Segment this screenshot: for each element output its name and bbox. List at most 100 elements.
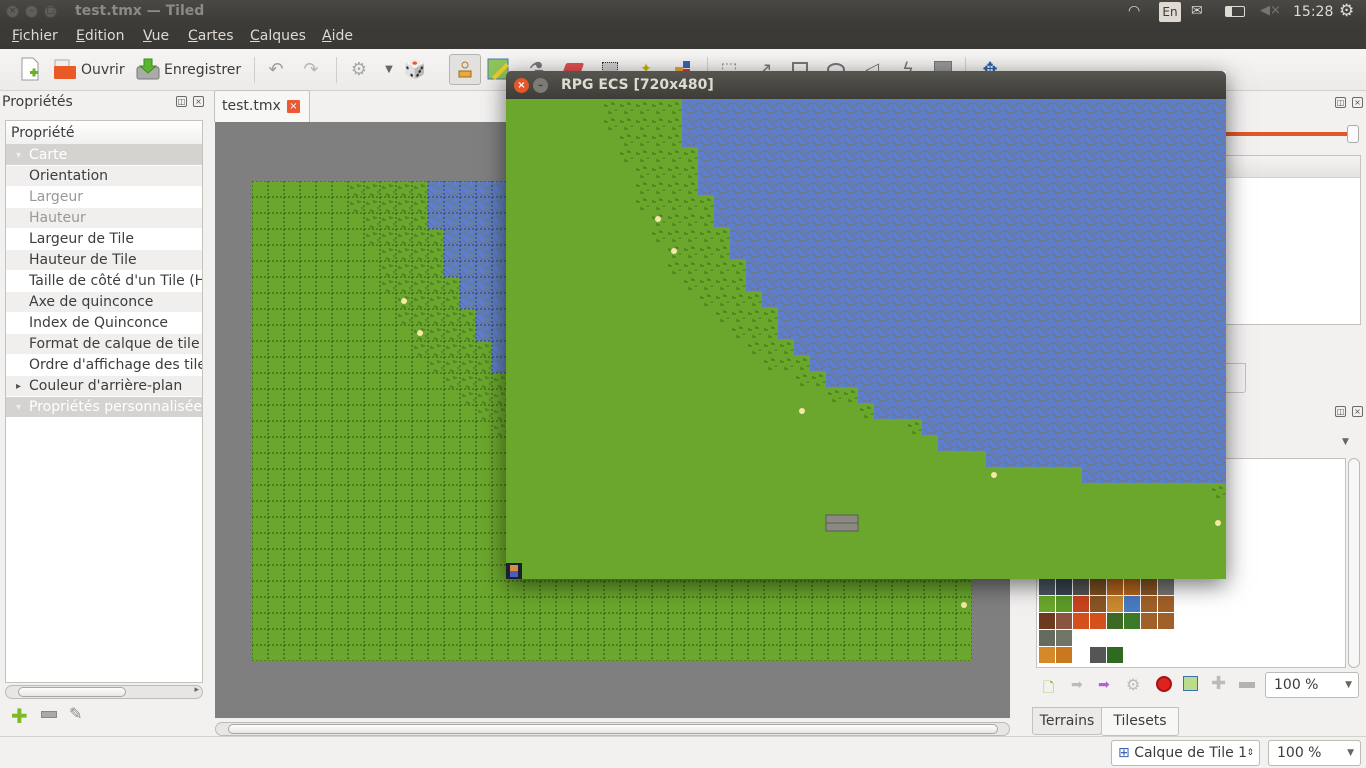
open-button[interactable]: Ouvrir xyxy=(81,62,125,78)
zoom-combo[interactable]: 100 % ▼ xyxy=(1268,740,1361,766)
tall-grass-tile xyxy=(746,339,794,355)
tall-grass-tile xyxy=(602,115,682,131)
column-header-property[interactable]: Propriété xyxy=(6,121,202,145)
float-dock-icon[interactable]: ◫ xyxy=(176,96,187,107)
minimize-window-button[interactable]: – xyxy=(25,5,38,18)
property-group-row[interactable]: ▾ Propriétés personnalisées xyxy=(6,397,202,418)
commands-icon[interactable]: ⚙ xyxy=(346,56,372,82)
property-label: Propriétés personnalisées xyxy=(29,399,202,415)
flower-tile xyxy=(991,472,997,478)
game-window[interactable]: × – RPG ECS [720x480] xyxy=(506,71,1226,579)
tileset-vscrollbar[interactable] xyxy=(1348,458,1360,668)
game-window-titlebar[interactable]: × – RPG ECS [720x480] xyxy=(506,71,1226,99)
tab-tilesets[interactable]: Tilesets xyxy=(1101,707,1179,736)
random-mode-icon[interactable]: 🎲 xyxy=(402,56,428,82)
property-row[interactable]: Format de calque de tile xyxy=(6,334,202,355)
menu-cartes[interactable]: Cartes xyxy=(188,28,234,44)
tileset-properties-icon[interactable]: ⚙ xyxy=(1126,675,1140,694)
menu-fichier[interactable]: Fichier xyxy=(12,28,58,44)
current-layer-combo[interactable]: ⊞ Calque de Tile 1 ⇕ xyxy=(1111,740,1260,766)
scrollbar-thumb[interactable] xyxy=(228,724,998,734)
close-dock-icon[interactable]: × xyxy=(1352,97,1363,108)
property-row[interactable]: Index de Quinconce xyxy=(6,313,202,334)
property-row[interactable]: Taille de côté d'un Tile (Hexagonal) xyxy=(6,271,202,292)
open-icon[interactable] xyxy=(52,56,78,82)
property-row[interactable]: Hauteur xyxy=(6,208,202,229)
opacity-slider-handle[interactable] xyxy=(1347,125,1359,143)
add-tiles-icon[interactable]: ✚ xyxy=(1211,673,1226,694)
property-row[interactable]: ▸ Couleur d'arrière-plan xyxy=(6,376,202,397)
expand-arrow-icon[interactable]: ▾ xyxy=(16,145,21,165)
tileset-image[interactable] xyxy=(1039,579,1179,669)
stamp-brush-tool[interactable] xyxy=(449,54,481,85)
tileset-zoom-value: 100 % xyxy=(1274,677,1319,693)
map-hscrollbar[interactable] xyxy=(215,722,1010,736)
expand-arrow-icon[interactable]: ▾ xyxy=(16,397,21,417)
new-tileset-icon[interactable]: 🗋 xyxy=(1043,677,1054,701)
save-icon[interactable] xyxy=(135,56,161,82)
wifi-icon[interactable]: ◠ xyxy=(1128,3,1140,19)
tileset-dropdown-icon[interactable]: ▼ xyxy=(1342,437,1349,447)
commands-dropdown-icon[interactable]: ▼ xyxy=(376,56,402,82)
tab-test-tmx[interactable]: test.tmx × xyxy=(214,90,310,122)
tileset-tile xyxy=(1158,579,1174,595)
mail-icon[interactable]: ✉ xyxy=(1191,3,1203,19)
close-dock-icon[interactable]: × xyxy=(1352,406,1363,417)
edit-terrain-icon[interactable] xyxy=(1183,676,1198,691)
new-map-icon[interactable] xyxy=(17,56,43,82)
float-dock-icon[interactable]: ◫ xyxy=(1335,406,1346,417)
water-tile xyxy=(778,307,1226,323)
scroll-right-arrow[interactable]: ▸ xyxy=(194,685,199,695)
property-row[interactable]: Orientation xyxy=(6,166,202,187)
menu-calques[interactable]: Calques xyxy=(250,28,306,44)
property-label: Hauteur xyxy=(29,210,86,226)
add-property-button[interactable]: ✚ xyxy=(11,704,28,728)
opacity-slider-track[interactable] xyxy=(1210,132,1350,136)
volume-muted-icon[interactable]: ◀× xyxy=(1260,3,1281,18)
menu-edition[interactable]: Edition xyxy=(76,28,124,44)
close-window-button[interactable]: × xyxy=(6,5,19,18)
menu-aide[interactable]: Aide xyxy=(322,28,353,44)
maximize-window-button[interactable]: □ xyxy=(44,5,57,18)
battery-icon[interactable] xyxy=(1225,6,1245,17)
tall-grass-tile xyxy=(1210,483,1226,499)
property-row[interactable]: Hauteur de Tile xyxy=(6,250,202,271)
close-dock-icon[interactable]: × xyxy=(193,96,204,107)
current-layer-value: Calque de Tile 1 xyxy=(1134,745,1248,761)
layers-list[interactable] xyxy=(1210,155,1361,325)
keyboard-indicator[interactable]: En xyxy=(1159,2,1181,22)
menu-vue[interactable]: Vue xyxy=(143,28,169,44)
tileset-zoom-combo[interactable]: 100 % ▼ xyxy=(1265,672,1359,698)
property-row[interactable]: Axe de quinconce xyxy=(6,292,202,313)
undo-icon[interactable]: ↶ xyxy=(263,56,289,82)
remove-property-button[interactable] xyxy=(41,711,57,718)
game-canvas[interactable] xyxy=(506,99,1226,579)
save-button[interactable]: Enregistrer xyxy=(164,62,241,78)
water-tile xyxy=(826,371,1226,387)
remove-tileset-icon[interactable] xyxy=(1156,676,1172,692)
close-tab-icon[interactable]: × xyxy=(287,100,300,113)
property-row[interactable]: Largeur de Tile xyxy=(6,229,202,250)
rename-property-button[interactable]: ✎ xyxy=(69,704,82,723)
game-minimize-button[interactable]: – xyxy=(533,78,548,93)
game-close-button[interactable]: × xyxy=(514,78,529,93)
property-row[interactable]: Largeur xyxy=(6,187,202,208)
flower-tile xyxy=(417,330,423,336)
scrollbar-thumb[interactable] xyxy=(18,687,126,697)
water-tile xyxy=(794,339,1226,355)
redo-icon[interactable]: ↷ xyxy=(298,56,324,82)
clock[interactable]: 15:28 xyxy=(1293,4,1333,20)
property-label: Format de calque de tile xyxy=(29,336,200,352)
properties-hscrollbar[interactable]: ▸ xyxy=(5,685,203,699)
export-tileset-icon[interactable]: ➡ xyxy=(1098,677,1110,693)
property-group-row[interactable]: ▾ Carte xyxy=(6,145,202,166)
import-tileset-icon[interactable]: ➡ xyxy=(1071,677,1083,693)
tileset-tile xyxy=(1056,596,1072,612)
property-row[interactable]: Ordre d'affichage des tiles xyxy=(6,355,202,376)
expand-arrow-icon[interactable]: ▸ xyxy=(16,376,21,396)
power-icon[interactable]: ⚙ xyxy=(1339,1,1354,21)
tileset-tile xyxy=(1090,579,1106,595)
tab-terrains[interactable]: Terrains xyxy=(1032,707,1102,735)
float-dock-icon[interactable]: ◫ xyxy=(1335,97,1346,108)
remove-tiles-icon[interactable] xyxy=(1239,682,1255,688)
